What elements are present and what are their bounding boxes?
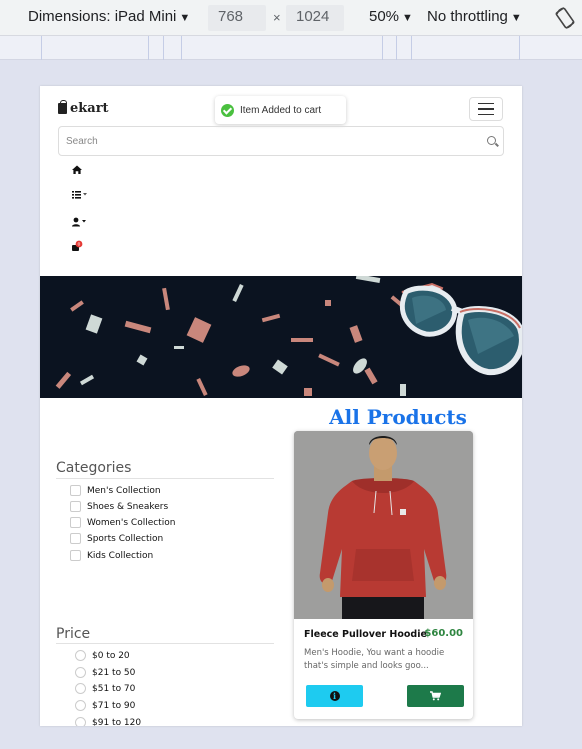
toast-message: Item Added to cart xyxy=(240,104,322,116)
dimensions-label: Dimensions: iPad Mini xyxy=(28,8,177,25)
price-label: $0 to 20 xyxy=(92,650,130,661)
cart-count-badge: 0 xyxy=(78,242,81,248)
price-label: $21 to 50 xyxy=(92,667,136,678)
width-input[interactable]: 768 xyxy=(208,5,266,31)
category-kids-collection[interactable]: Kids Collection xyxy=(70,550,153,561)
price-label: $71 to 90 xyxy=(92,700,136,711)
zoom-label: 50% xyxy=(369,8,400,25)
chevron-down-icon: ▼ xyxy=(402,12,413,24)
checkbox[interactable] xyxy=(70,550,81,561)
throttling-dropdown[interactable]: No throttling ▼ xyxy=(427,8,522,25)
page-title: All Products xyxy=(329,405,467,429)
device-viewport: ekart Item Added to cart Search 0 Catego… xyxy=(40,86,522,726)
checkbox[interactable] xyxy=(70,485,81,496)
category-label: Sports Collection xyxy=(87,533,164,544)
radio-button[interactable] xyxy=(75,667,86,678)
category-label: Kids Collection xyxy=(87,550,154,561)
search-icon[interactable] xyxy=(487,136,496,145)
height-input[interactable]: 1024 xyxy=(286,5,344,31)
shopping-bag-icon xyxy=(58,100,67,114)
info-icon: i xyxy=(329,691,340,701)
price-range-21-50[interactable]: $21 to 50 xyxy=(75,667,135,678)
categories-title: Categories xyxy=(56,460,132,476)
price-range-91-120[interactable]: $91 to 120 xyxy=(75,717,141,726)
price-range-0-20[interactable]: $0 to 20 xyxy=(75,650,130,661)
user-icon[interactable] xyxy=(71,215,91,229)
price-label: $91 to 120 xyxy=(92,717,142,727)
price-title: Price xyxy=(56,626,91,642)
category-sports-collection[interactable]: Sports Collection xyxy=(70,533,163,544)
chevron-down-icon: ▼ xyxy=(179,12,191,24)
product-description: Men's Hoodie, You want a hoodie that's s… xyxy=(304,648,445,671)
cart-icon[interactable]: 0 xyxy=(71,240,91,254)
devtools-toolbar: Dimensions: iPad Mini ▼ 768 × 1024 50% ▼ N… xyxy=(0,0,582,36)
rotate-device-icon[interactable] xyxy=(554,6,576,30)
check-circle-icon xyxy=(221,103,234,117)
brand-name: ekart xyxy=(70,101,109,116)
hamburger-line xyxy=(478,108,494,110)
checkbox[interactable] xyxy=(70,501,81,512)
hamburger-line xyxy=(478,113,494,116)
category-label: Women's Collection xyxy=(87,517,176,528)
toast-notification: Item Added to cart xyxy=(215,96,346,124)
zoom-dropdown[interactable]: 50% ▼ xyxy=(369,8,413,25)
product-name[interactable]: Fleece Pullover Hoodie xyxy=(304,629,427,640)
price-range-51-70[interactable]: $51 to 70 xyxy=(75,683,135,694)
hero-banner xyxy=(40,276,522,398)
radio-button[interactable] xyxy=(75,650,86,661)
media-query-ruler xyxy=(0,36,582,60)
throttling-label: No throttling xyxy=(427,8,508,25)
product-image[interactable] xyxy=(294,431,473,619)
category-label: Shoes & Sneakers xyxy=(87,501,169,512)
radio-button[interactable] xyxy=(75,700,86,711)
product-price: $60.00 xyxy=(424,628,463,639)
divider xyxy=(56,643,274,644)
list-icon[interactable] xyxy=(71,188,91,202)
cart-icon xyxy=(430,691,441,701)
radio-button[interactable] xyxy=(75,683,86,694)
times-symbol: × xyxy=(273,10,281,25)
product-card[interactable]: Fleece Pullover Hoodie $60.00 Men's Hood… xyxy=(294,431,473,719)
price-range-71-90[interactable]: $71 to 90 xyxy=(75,700,135,711)
home-icon[interactable] xyxy=(71,163,91,177)
hamburger-line xyxy=(478,102,494,105)
category-shoes-sneakers[interactable]: Shoes & Sneakers xyxy=(70,501,168,512)
price-label: $51 to 70 xyxy=(92,683,136,694)
navbar-toggle-button[interactable] xyxy=(469,97,503,121)
divider xyxy=(56,478,274,479)
chevron-down-icon: ▼ xyxy=(510,12,522,24)
checkbox[interactable] xyxy=(70,517,81,528)
search-input[interactable]: Search xyxy=(58,126,504,156)
category-mens-collection[interactable]: Men's Collection xyxy=(70,485,161,496)
checkbox[interactable] xyxy=(70,533,81,544)
add-to-cart-button[interactable] xyxy=(407,685,464,707)
product-details-button[interactable]: i xyxy=(306,685,363,707)
radio-button[interactable] xyxy=(75,717,86,726)
dimensions-dropdown[interactable]: Dimensions: iPad Mini ▼ xyxy=(28,8,190,25)
brand-logo[interactable]: ekart xyxy=(58,100,109,116)
category-womens-collection[interactable]: Women's Collection xyxy=(70,517,175,528)
category-label: Men's Collection xyxy=(87,485,161,496)
